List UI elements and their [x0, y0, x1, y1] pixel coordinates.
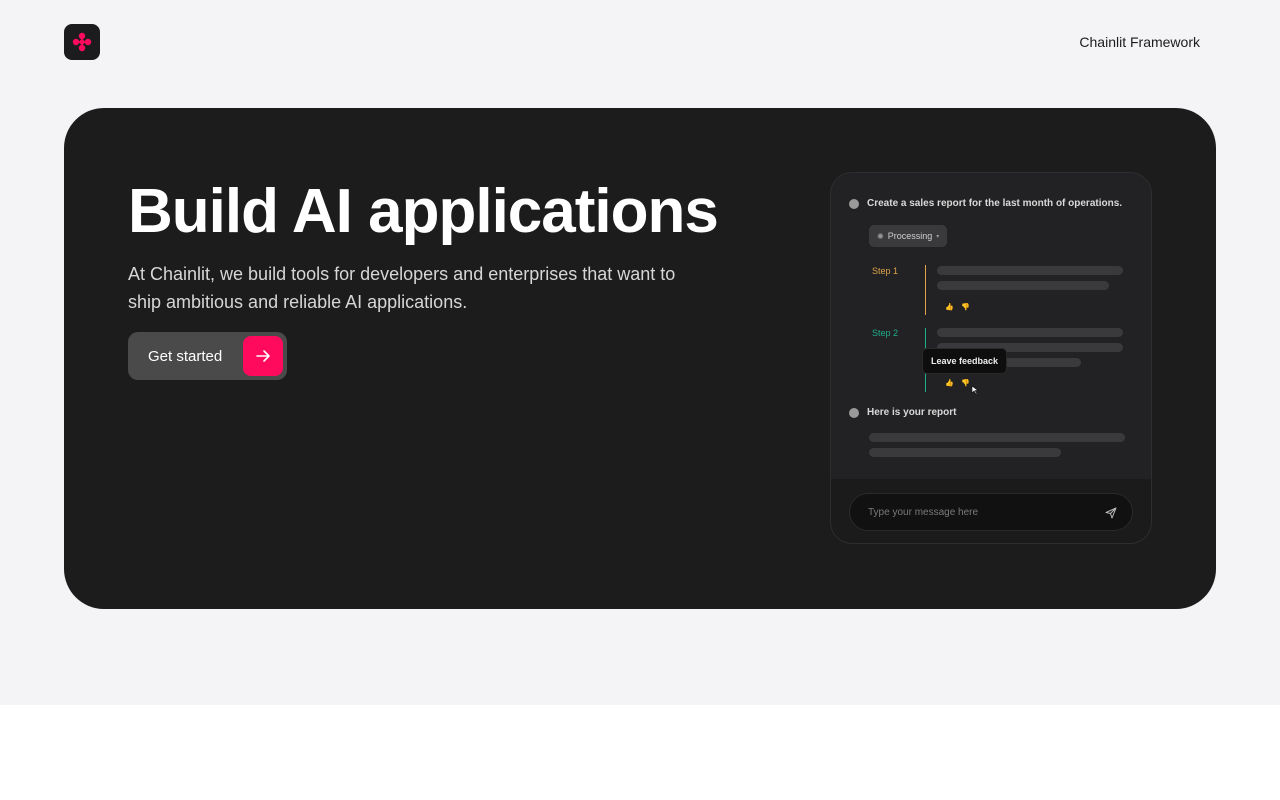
chat-input-area	[831, 479, 1151, 543]
step-1-line	[925, 265, 926, 315]
get-started-button[interactable]: Get started	[128, 332, 287, 380]
thumbs-down-icon[interactable]: 👎	[961, 379, 970, 387]
processing-label: Processing	[887, 231, 933, 241]
assistant-message: Here is your report	[849, 407, 956, 418]
user-message-text: Create a sales report for the last month…	[867, 198, 1123, 209]
thumbs-down-icon[interactable]: 👎	[961, 303, 970, 311]
leave-feedback-tooltip: Leave feedback	[922, 348, 1008, 374]
hero-subtitle: At Chainlit, we build tools for develope…	[128, 264, 676, 312]
hero-title: Build AI applications	[128, 177, 719, 246]
send-icon	[1105, 507, 1117, 519]
step-1-bar	[937, 266, 1123, 275]
step-2-label: Step 2	[872, 328, 899, 338]
send-button[interactable]	[1103, 505, 1119, 521]
step-1-bar	[937, 281, 1109, 290]
assistant-message-text: Here is your report	[867, 407, 957, 418]
chainlit-logo-icon	[72, 32, 92, 52]
report-bar	[869, 433, 1125, 442]
get-started-label: Get started	[148, 347, 223, 365]
thumbs-up-icon[interactable]: 👍	[945, 379, 954, 387]
assistant-avatar-icon	[849, 407, 859, 418]
step-1-label: Step 1	[872, 266, 899, 276]
user-message: Create a sales report for the last month…	[849, 198, 1122, 209]
processing-badge[interactable]: ✺ Processing ▾	[869, 225, 948, 247]
step-2-bar	[937, 328, 1123, 337]
nav-link-chainlit-framework[interactable]: Chainlit Framework	[1079, 34, 1200, 50]
arrow-right-icon	[256, 350, 270, 362]
cursor-pointer-icon	[971, 385, 979, 395]
report-bar	[869, 448, 1061, 457]
cta-arrow-box[interactable]	[243, 336, 283, 376]
chevron-down-icon: ▾	[936, 233, 940, 240]
chat-preview: Create a sales report for the last month…	[830, 172, 1152, 544]
spinner-icon: ✺	[877, 231, 884, 241]
logo[interactable]	[64, 24, 100, 60]
chat-message-input[interactable]	[849, 493, 1133, 531]
user-avatar-icon	[849, 198, 859, 209]
thumbs-up-icon[interactable]: 👍	[945, 303, 954, 311]
hero-section: Build AI applications At Chainlit, we bu…	[64, 108, 1216, 609]
